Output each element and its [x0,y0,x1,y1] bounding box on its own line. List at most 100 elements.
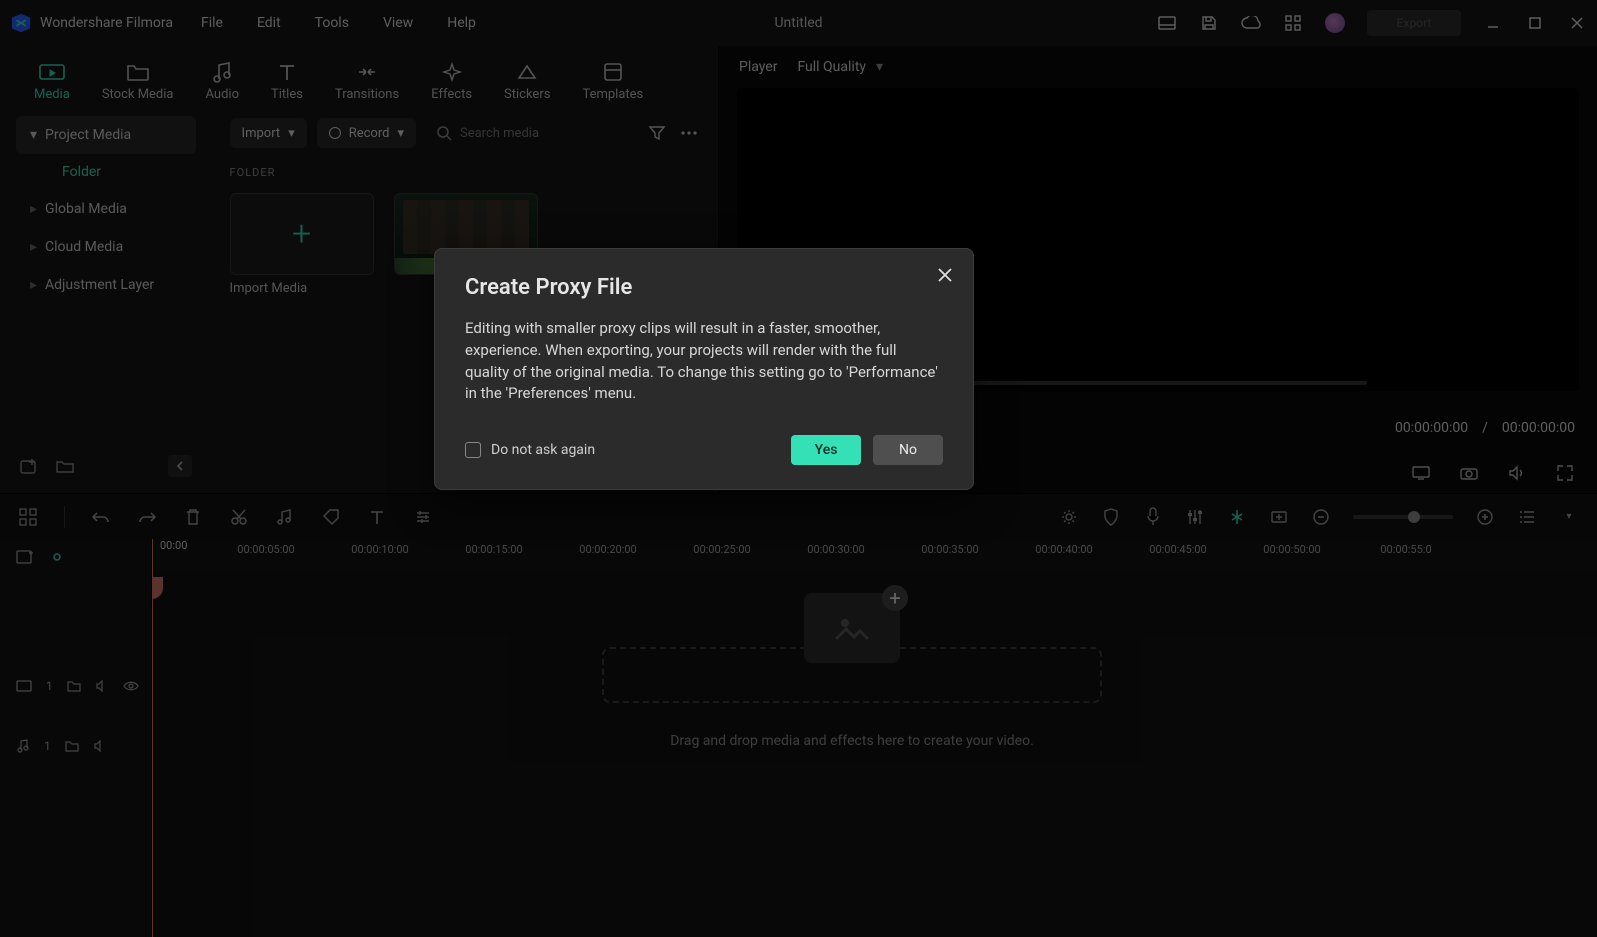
link-icon[interactable] [48,550,66,564]
ruler-mark: 00:00:40:00 [1035,543,1092,556]
mixer-icon[interactable] [1185,507,1205,527]
app-name: Wondershare Filmora [40,15,173,31]
app-logo: Wondershare Filmora [10,12,173,34]
timecode-separator: / [1482,420,1488,436]
tab-transitions[interactable]: Transitions [335,61,399,102]
tab-effects[interactable]: Effects [431,61,472,102]
minimize-icon[interactable] [1483,13,1503,33]
camera-icon[interactable] [1459,463,1479,483]
sidebar-child-folder[interactable]: Folder [16,154,196,190]
razor-icon[interactable] [1227,507,1247,527]
more-icon[interactable] [678,122,700,144]
timecode-total: 00:00:00:00 [1502,420,1575,436]
tag-icon[interactable] [321,507,341,527]
menu-view[interactable]: View [383,15,413,31]
tab-stickers[interactable]: Stickers [504,61,550,102]
zoom-in-icon[interactable] [1475,507,1495,527]
tab-label: Templates [582,87,643,102]
auto-icon[interactable] [1059,507,1079,527]
filter-icon[interactable] [646,122,668,144]
fullscreen-icon[interactable] [1555,463,1575,483]
import-media-tile[interactable]: + Import Media [230,193,374,296]
new-folder-icon[interactable] [56,459,74,473]
tab-stock-media[interactable]: Stock Media [102,61,174,102]
tab-titles[interactable]: Titles [271,61,303,102]
collapse-sidebar-icon[interactable] [168,455,192,477]
marker-add-icon[interactable] [1269,507,1289,527]
document-title: Untitled [774,15,822,31]
sidebar-item-global-media[interactable]: ▸ Global Media [16,190,196,228]
drop-thumbnail-icon: + [804,593,900,663]
visibility-icon[interactable] [123,681,139,691]
folder-icon[interactable] [65,740,79,752]
zoom-out-icon[interactable] [1311,507,1331,527]
close-icon[interactable] [1567,13,1587,33]
list-view-icon[interactable] [1517,507,1537,527]
menubar: File Edit Tools View Help [201,15,476,31]
ruler-mark: 00:00:45:00 [1149,543,1206,556]
dialog-yes-button[interactable]: Yes [791,435,861,465]
sidebar-item-cloud-media[interactable]: ▸ Cloud Media [16,228,196,266]
redo-icon[interactable] [137,507,157,527]
microphone-icon[interactable] [1143,507,1163,527]
quality-label: Full Quality [797,59,866,75]
dialog-no-button[interactable]: No [873,435,943,465]
volume-icon[interactable] [1507,463,1527,483]
sidebar-item-project-media[interactable]: ▾ Project Media [16,116,196,154]
video-track-header[interactable]: 1 [0,671,151,701]
apps-icon[interactable] [18,507,38,527]
mute-icon[interactable] [93,740,107,752]
adjust-icon[interactable] [413,507,433,527]
search-input[interactable] [460,126,626,141]
record-dropdown[interactable]: Record ▾ [317,118,416,148]
timeline-tracks[interactable]: 00:00 00:00:05:00 00:00:10:00 00:00:15:0… [152,539,1597,937]
menu-tools[interactable]: Tools [315,15,349,31]
undo-icon[interactable] [91,507,111,527]
do-not-ask-checkbox[interactable] [465,442,481,458]
avatar[interactable] [1325,13,1345,33]
chevron-down-icon: ▾ [288,126,295,141]
tab-media[interactable]: Media [34,61,70,102]
folder-icon[interactable] [67,680,81,692]
display-icon[interactable] [1411,463,1431,483]
chevron-down-icon[interactable]: ▾ [1559,507,1579,527]
track-index: 1 [46,679,53,693]
split-icon[interactable] [229,507,249,527]
sidebar-item-adjustment-layer[interactable]: ▸ Adjustment Layer [16,266,196,304]
tab-audio[interactable]: Audio [206,61,239,102]
tab-label: Stickers [504,87,550,102]
import-media-caption: Import Media [230,281,374,296]
media-sidebar: ▾ Project Media Folder ▸ Global Media ▸ … [0,106,212,493]
dialog-close-button[interactable] [933,263,957,287]
import-dropdown[interactable]: Import ▾ [230,118,307,148]
menu-edit[interactable]: Edit [257,15,281,31]
track-header-column: 1 1 [0,539,152,937]
dialog-title: Create Proxy File [465,275,943,300]
templates-icon [599,61,627,83]
menu-file[interactable]: File [201,15,223,31]
timeline-ruler[interactable]: 00:00 00:00:05:00 00:00:10:00 00:00:15:0… [152,539,1597,573]
tab-label: Media [34,87,70,102]
layout-icon[interactable] [1157,13,1177,33]
player-tab[interactable]: Player [739,59,777,75]
delete-icon[interactable] [183,507,203,527]
quality-dropdown[interactable]: Full Quality ▾ [797,59,883,75]
tab-templates[interactable]: Templates [582,61,643,102]
folder-icon [124,61,152,83]
add-track-icon[interactable] [16,549,34,565]
export-button[interactable]: Export [1367,10,1461,36]
menu-help[interactable]: Help [447,15,476,31]
cloud-icon[interactable] [1241,13,1261,33]
shield-icon[interactable] [1101,507,1121,527]
audio-track-header[interactable]: 1 [0,731,151,761]
import-label: Import [242,126,281,141]
audio-detach-icon[interactable] [275,507,295,527]
maximize-icon[interactable] [1525,13,1545,33]
title-icon[interactable] [367,507,387,527]
grid-icon[interactable] [1283,13,1303,33]
mute-icon[interactable] [95,680,109,692]
save-icon[interactable] [1199,13,1219,33]
zoom-slider[interactable] [1353,515,1453,519]
new-bin-icon[interactable] [20,458,38,474]
ruler-mark: 00:00:30:00 [807,543,864,556]
